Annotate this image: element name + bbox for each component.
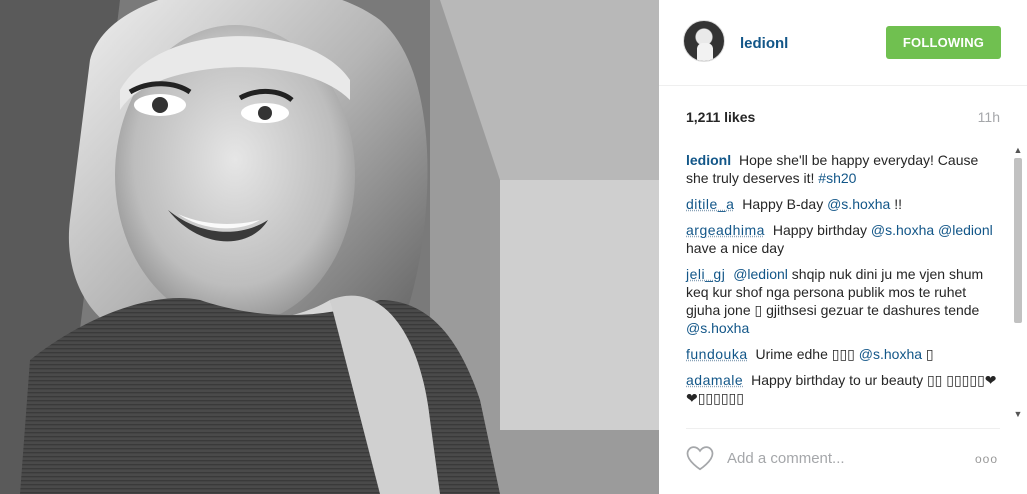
comment-username[interactable]: jeli_gj [686,266,725,282]
comments-scrollbar[interactable]: ▲ ▼ [1012,144,1024,420]
comment-text: Urime edhe ▯▯▯ [755,346,855,362]
comment-item: jeli_gj @ledionl shqip nuk dini ju me vj… [686,265,1002,337]
comment-username[interactable]: argeadhima [686,222,765,238]
comment-suffix: ▯ [925,346,934,362]
comment-hashtag[interactable]: #sh20 [818,170,856,186]
comment-mention[interactable]: @ledionl [938,222,993,238]
scrollbar-thumb[interactable] [1014,158,1022,323]
comment-suffix: !! [894,196,903,212]
likes-count[interactable]: 1,211 likes [686,109,755,125]
comment-username[interactable]: ledionl [686,152,731,168]
more-options-icon[interactable]: ooo [975,452,998,466]
following-button[interactable]: FOLLOWING [886,26,1001,59]
comment-username[interactable]: ditile_a [686,196,734,212]
post-header: ledionl FOLLOWING [659,0,1027,86]
avatar[interactable] [683,20,725,62]
comment-suffix: have a nice day [686,240,785,256]
chevron-up-icon[interactable]: ▲ [1012,144,1024,156]
comment-mention[interactable]: @s.hoxha [871,222,934,238]
comment-item: adamale Happy birthday to ur beauty ▯▯ ▯… [686,371,1002,407]
divider [686,428,1000,429]
comment-mention[interactable]: @s.hoxha [827,196,890,212]
author-username[interactable]: ledionl [740,35,788,52]
comment-item: fundouka Urime edhe ▯▯▯ @s.hoxha ▯ [686,345,1002,363]
comments-list[interactable]: ledionl Hope she'll be happy everyday! C… [659,144,1027,420]
comment-text: shqip nuk dini ju me vjen shum keq kur s… [686,266,984,318]
comment-text: Happy birthday [772,222,867,238]
heart-icon[interactable] [685,444,715,472]
chevron-down-icon[interactable]: ▼ [1012,408,1024,420]
add-comment-input[interactable]: Add a comment... [727,450,845,467]
comment-mention[interactable]: @s.hoxha [686,320,749,336]
comment-item: ditile_a Happy B-day @s.hoxha !! [686,195,1002,213]
comment-item: ledionl Hope she'll be happy everyday! C… [686,151,1002,187]
comment-username[interactable]: adamale [686,372,743,388]
post-photo [0,0,659,494]
comment-mention[interactable]: @ledionl [733,266,788,282]
comment-mention[interactable]: @s.hoxha [859,346,922,362]
post-sidebar: ledionl FOLLOWING 1,211 likes 11h ledion… [659,0,1027,494]
comment-text: Happy B-day [742,196,824,212]
post-time[interactable]: 11h [978,109,1000,125]
likes-row: 1,211 likes 11h [686,109,1000,129]
photo-illustration [0,0,659,494]
comment-item: argeadhima Happy birthday @s.hoxha @ledi… [686,221,1002,257]
comment-username[interactable]: fundouka [686,346,748,362]
